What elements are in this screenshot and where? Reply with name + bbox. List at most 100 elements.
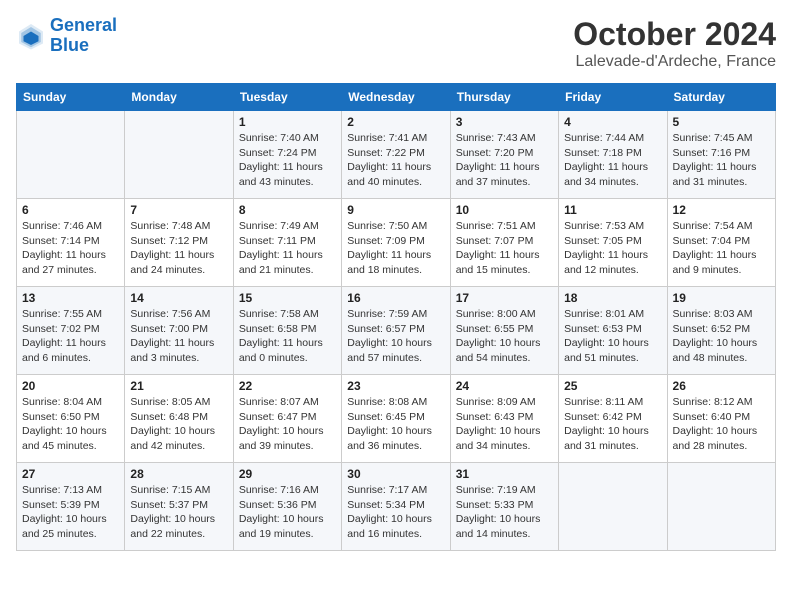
calendar-cell: 6Sunrise: 7:46 AM Sunset: 7:14 PM Daylig… — [17, 199, 125, 287]
calendar-cell: 30Sunrise: 7:17 AM Sunset: 5:34 PM Dayli… — [342, 463, 450, 551]
day-number: 5 — [673, 115, 770, 129]
day-info: Sunrise: 8:07 AM Sunset: 6:47 PM Dayligh… — [239, 395, 336, 454]
calendar-cell: 15 Sunrise: 7:58 AM Sunset: 6:58 PM Dayli… — [233, 287, 341, 375]
calendar-cell: 20 Sunrise: 8:04 AM Sunset: 6:50 PM Dayli… — [17, 375, 125, 463]
day-number: 22 — [239, 379, 336, 393]
day-info: Sunrise: 7:50 AM Sunset: 7:09 PM Dayligh… — [347, 219, 444, 278]
header-day-friday: Friday — [559, 84, 667, 111]
day-info: Sunrise: 7:53 AM Sunset: 7:05 PM Dayligh… — [564, 219, 661, 278]
calendar-cell: 2 Sunrise: 7:41 AM Sunset: 7:22 PM Daylig… — [342, 111, 450, 199]
day-number: 20 — [22, 379, 119, 393]
day-info: Sunrise: 8:09 AM Sunset: 6:43 PM Dayligh… — [456, 395, 553, 454]
day-number: 26 — [673, 379, 770, 393]
day-info: Sunrise: 8:04 AM Sunset: 6:50 PM Dayligh… — [22, 395, 119, 454]
day-number: 24 — [456, 379, 553, 393]
calendar-cell — [17, 111, 125, 199]
calendar-cell: 4 Sunrise: 7:44 AM Sunset: 7:18 PM Daylig… — [559, 111, 667, 199]
day-number: 23 — [347, 379, 444, 393]
calendar-cell: 24 Sunrise: 8:09 AM Sunset: 6:43 PM Dayli… — [450, 375, 558, 463]
header-day-tuesday: Tuesday — [233, 84, 341, 111]
week-row-4: 20 Sunrise: 8:04 AM Sunset: 6:50 PM Dayli… — [17, 375, 776, 463]
day-number: 3 — [456, 115, 553, 129]
calendar-cell: 28 Sunrise: 7:15 AM Sunset: 5:37 PM Dayli… — [125, 463, 233, 551]
day-info: Sunrise: 7:49 AM Sunset: 7:11 PM Dayligh… — [239, 219, 336, 278]
calendar-cell: 26Sunrise: 8:12 AM Sunset: 6:40 PM Dayli… — [667, 375, 775, 463]
day-number: 14 — [130, 291, 227, 305]
day-info: Sunrise: 7:41 AM Sunset: 7:22 PM Dayligh… — [347, 131, 444, 190]
day-info: Sunrise: 7:16 AM Sunset: 5:36 PM Dayligh… — [239, 483, 336, 542]
day-number: 11 — [564, 203, 661, 217]
calendar-body: 1Sunrise: 7:40 AM Sunset: 7:24 PM Daylig… — [17, 111, 776, 551]
calendar-cell: 22 Sunrise: 8:07 AM Sunset: 6:47 PM Dayli… — [233, 375, 341, 463]
day-number: 28 — [130, 467, 227, 481]
day-number: 30 — [347, 467, 444, 481]
page-header: General Blue October 2024 Lalevade-d'Ard… — [16, 16, 776, 71]
day-info: Sunrise: 8:00 AM Sunset: 6:55 PM Dayligh… — [456, 307, 553, 366]
day-number: 17 — [456, 291, 553, 305]
week-row-2: 6Sunrise: 7:46 AM Sunset: 7:14 PM Daylig… — [17, 199, 776, 287]
calendar-cell: 13Sunrise: 7:55 AM Sunset: 7:02 PM Dayli… — [17, 287, 125, 375]
week-row-1: 1Sunrise: 7:40 AM Sunset: 7:24 PM Daylig… — [17, 111, 776, 199]
logo-line2: Blue — [50, 35, 89, 55]
calendar-cell: 3 Sunrise: 7:43 AM Sunset: 7:20 PM Daylig… — [450, 111, 558, 199]
week-row-3: 13Sunrise: 7:55 AM Sunset: 7:02 PM Dayli… — [17, 287, 776, 375]
day-number: 15 — [239, 291, 336, 305]
day-number: 2 — [347, 115, 444, 129]
logo-text: General Blue — [50, 16, 117, 56]
day-info: Sunrise: 7:44 AM Sunset: 7:18 PM Dayligh… — [564, 131, 661, 190]
calendar-cell: 1Sunrise: 7:40 AM Sunset: 7:24 PM Daylig… — [233, 111, 341, 199]
title-block: October 2024 Lalevade-d'Ardeche, France — [573, 16, 776, 71]
day-number: 19 — [673, 291, 770, 305]
calendar-cell: 16 Sunrise: 7:59 AM Sunset: 6:57 PM Dayli… — [342, 287, 450, 375]
day-info: Sunrise: 7:51 AM Sunset: 7:07 PM Dayligh… — [456, 219, 553, 278]
day-info: Sunrise: 7:13 AM Sunset: 5:39 PM Dayligh… — [22, 483, 119, 542]
day-number: 1 — [239, 115, 336, 129]
day-info: Sunrise: 8:03 AM Sunset: 6:52 PM Dayligh… — [673, 307, 770, 366]
calendar-cell: 31Sunrise: 7:19 AM Sunset: 5:33 PM Dayli… — [450, 463, 558, 551]
day-number: 29 — [239, 467, 336, 481]
calendar-cell: 10 Sunrise: 7:51 AM Sunset: 7:07 PM Dayli… — [450, 199, 558, 287]
month-title: October 2024 — [573, 16, 776, 53]
calendar-cell: 7Sunrise: 7:48 AM Sunset: 7:12 PM Daylig… — [125, 199, 233, 287]
calendar-cell: 12 Sunrise: 7:54 AM Sunset: 7:04 PM Dayli… — [667, 199, 775, 287]
calendar-cell: 18Sunrise: 8:01 AM Sunset: 6:53 PM Dayli… — [559, 287, 667, 375]
day-info: Sunrise: 8:05 AM Sunset: 6:48 PM Dayligh… — [130, 395, 227, 454]
day-info: Sunrise: 7:43 AM Sunset: 7:20 PM Dayligh… — [456, 131, 553, 190]
calendar-cell: 21Sunrise: 8:05 AM Sunset: 6:48 PM Dayli… — [125, 375, 233, 463]
day-info: Sunrise: 8:11 AM Sunset: 6:42 PM Dayligh… — [564, 395, 661, 454]
calendar-cell — [559, 463, 667, 551]
day-info: Sunrise: 7:56 AM Sunset: 7:00 PM Dayligh… — [130, 307, 227, 366]
header-day-monday: Monday — [125, 84, 233, 111]
calendar-cell: 5 Sunrise: 7:45 AM Sunset: 7:16 PM Daylig… — [667, 111, 775, 199]
day-number: 27 — [22, 467, 119, 481]
day-info: Sunrise: 8:01 AM Sunset: 6:53 PM Dayligh… — [564, 307, 661, 366]
day-number: 4 — [564, 115, 661, 129]
calendar-cell: 17 Sunrise: 8:00 AM Sunset: 6:55 PM Dayli… — [450, 287, 558, 375]
day-number: 16 — [347, 291, 444, 305]
header-day-thursday: Thursday — [450, 84, 558, 111]
day-info: Sunrise: 7:19 AM Sunset: 5:33 PM Dayligh… — [456, 483, 553, 542]
day-info: Sunrise: 7:58 AM Sunset: 6:58 PM Dayligh… — [239, 307, 336, 366]
day-info: Sunrise: 7:15 AM Sunset: 5:37 PM Dayligh… — [130, 483, 227, 542]
day-number: 25 — [564, 379, 661, 393]
week-row-5: 27 Sunrise: 7:13 AM Sunset: 5:39 PM Dayli… — [17, 463, 776, 551]
day-number: 9 — [347, 203, 444, 217]
calendar-cell: 19 Sunrise: 8:03 AM Sunset: 6:52 PM Dayli… — [667, 287, 775, 375]
calendar-cell: 27 Sunrise: 7:13 AM Sunset: 5:39 PM Dayli… — [17, 463, 125, 551]
day-info: Sunrise: 7:55 AM Sunset: 7:02 PM Dayligh… — [22, 307, 119, 366]
day-info: Sunrise: 7:45 AM Sunset: 7:16 PM Dayligh… — [673, 131, 770, 190]
calendar-cell: 23Sunrise: 8:08 AM Sunset: 6:45 PM Dayli… — [342, 375, 450, 463]
day-number: 7 — [130, 203, 227, 217]
calendar-cell: 8 Sunrise: 7:49 AM Sunset: 7:11 PM Daylig… — [233, 199, 341, 287]
calendar-cell: 9 Sunrise: 7:50 AM Sunset: 7:09 PM Daylig… — [342, 199, 450, 287]
logo-line1: General — [50, 15, 117, 35]
calendar-cell: 25 Sunrise: 8:11 AM Sunset: 6:42 PM Dayli… — [559, 375, 667, 463]
calendar-header: SundayMondayTuesdayWednesdayThursdayFrid… — [17, 84, 776, 111]
day-info: Sunrise: 7:54 AM Sunset: 7:04 PM Dayligh… — [673, 219, 770, 278]
logo: General Blue — [16, 16, 117, 56]
calendar-cell: 11 Sunrise: 7:53 AM Sunset: 7:05 PM Dayli… — [559, 199, 667, 287]
day-number: 12 — [673, 203, 770, 217]
day-info: Sunrise: 7:59 AM Sunset: 6:57 PM Dayligh… — [347, 307, 444, 366]
day-number: 10 — [456, 203, 553, 217]
day-number: 8 — [239, 203, 336, 217]
